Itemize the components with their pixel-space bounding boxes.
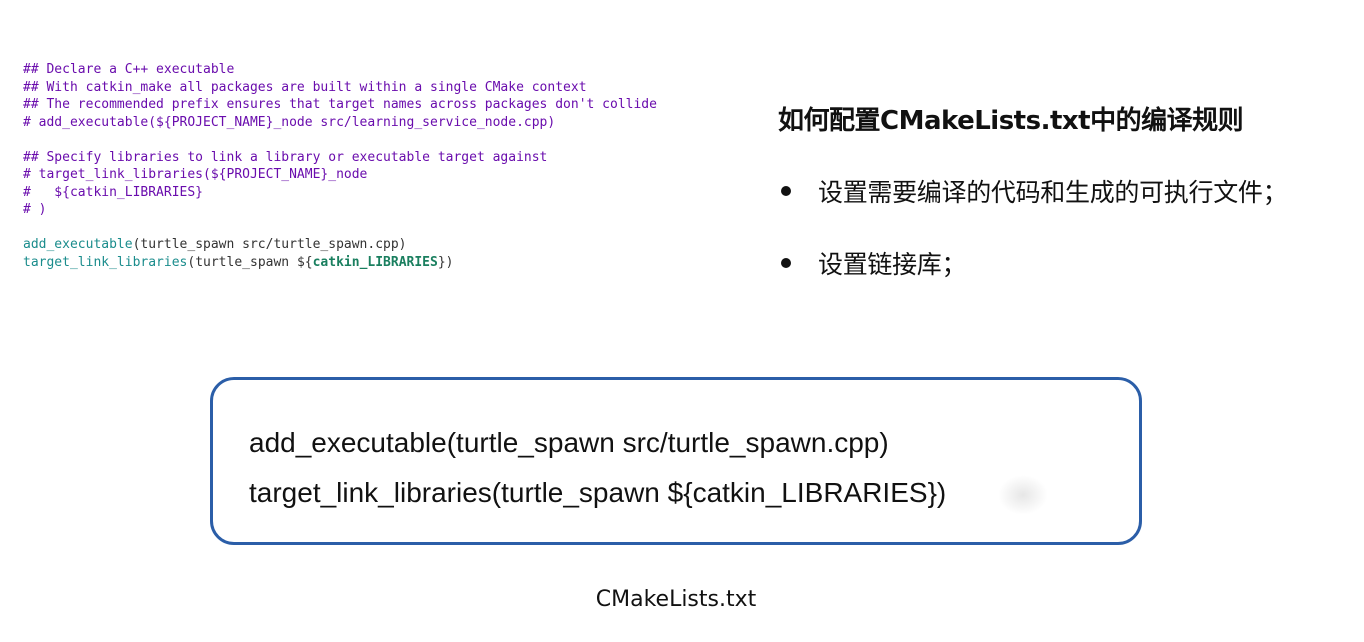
bullet-list: 设置需要编译的代码和生成的可执行文件； 设置链接库；: [778, 173, 1358, 281]
code-arguments: (turtle_spawn src/turtle_spawn.cpp): [132, 237, 407, 252]
code-arguments: (turtle_spawn ${: [187, 254, 313, 270]
code-comment-line: ## Declare a C++ executable: [23, 62, 235, 77]
code-function-name: target_link_libraries: [23, 254, 188, 270]
code-link-libraries-line: target_link_libraries(turtle_spawn ${cat…: [23, 254, 763, 272]
bullet-text: 设置链接库；: [818, 250, 967, 279]
code-add-executable-line: add_executable(turtle_spawn src/turtle_s…: [23, 236, 763, 254]
highlighted-code-box: add_executable(turtle_spawn src/turtle_s…: [210, 377, 1142, 545]
bullet-text: 设置需要编译的代码和生成的可执行文件；: [818, 178, 1288, 207]
explanation-panel: 如何配置CMakeLists.txt中的编译规则 设置需要编译的代码和生成的可执…: [778, 100, 1358, 281]
code-comment-line: # ): [23, 202, 47, 217]
bullet-dot-icon: [781, 258, 791, 268]
file-caption: CMakeLists.txt: [595, 587, 757, 612]
code-variable: catkin_LIBRARIES: [312, 254, 438, 270]
slide-title: 如何配置CMakeLists.txt中的编译规则: [778, 106, 1244, 136]
code-comment-line: ## The recommended prefix ensures that t…: [23, 97, 657, 112]
box-code-line: add_executable(turtle_spawn src/turtle_s…: [249, 427, 889, 458]
code-comment-line: # target_link_libraries(${PROJECT_NAME}_…: [23, 167, 368, 182]
bullet-item: 设置需要编译的代码和生成的可执行文件；: [778, 173, 1358, 209]
code-comment-line: # ${catkin_LIBRARIES}: [23, 184, 204, 200]
code-comment-line: # add_executable(${PROJECT_NAME}_node sr…: [23, 114, 556, 130]
box-code-line: target_link_libraries(turtle_spawn ${cat…: [249, 477, 947, 508]
code-function-name: add_executable: [23, 237, 133, 252]
code-snippet: ## Declare a C++ executable ## With catk…: [23, 61, 763, 271]
code-comment-line: ## Specify libraries to link a library o…: [23, 149, 548, 165]
bullet-dot-icon: [781, 186, 791, 196]
bullet-item: 设置链接库；: [778, 245, 1358, 281]
cursor-smudge: [998, 475, 1048, 515]
code-comment-line: ## With catkin_make all packages are bui…: [23, 79, 587, 95]
code-arguments: }): [437, 254, 454, 270]
